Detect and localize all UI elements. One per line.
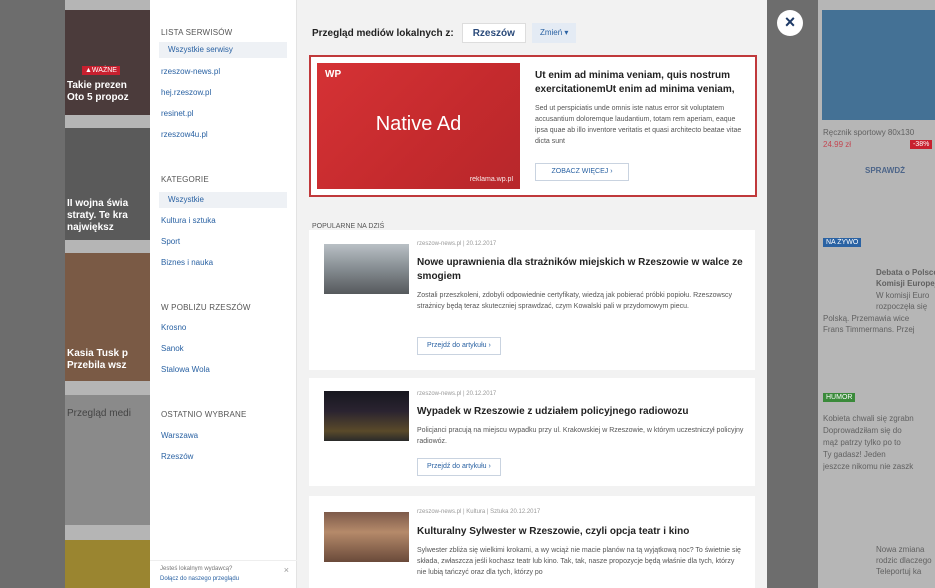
background-text: Ręcznik sportowy 80x130	[823, 128, 915, 137]
article-description: Sylwester zbliża się wielkimi krokami, a…	[417, 547, 741, 576]
background-text: W komisji Euro	[876, 291, 930, 300]
close-icon[interactable]: ×	[777, 10, 803, 36]
sidebar-item-recent[interactable]: Warszawa	[161, 428, 198, 444]
article-card: rzeszow-news.pl | 20.12.2017 Wypadek w R…	[309, 378, 755, 486]
sidebar-item-nearby[interactable]: Sanok	[161, 341, 184, 357]
sidebar-item-category[interactable]: Kultura i sztuka	[161, 213, 216, 229]
background-badge: NA ŻYWO	[823, 238, 862, 247]
article-meta: rzeszow-news.pl | 20.12.2017	[417, 241, 497, 247]
footer-close-icon[interactable]: ×	[284, 565, 289, 575]
background-caption: Przebila wsz	[67, 360, 127, 371]
sidebar-item-service[interactable]: resinet.pl	[161, 106, 193, 122]
background-text: rozpoczęła się	[876, 302, 928, 311]
article-title[interactable]: Nowe uprawnienia dla strażników miejskic…	[417, 256, 745, 284]
sidebar-item-service[interactable]: hej.rzeszow.pl	[161, 85, 211, 101]
background-text: jeszcze nikomu nie zaszk	[823, 462, 914, 471]
sidebar-item-category[interactable]: Sport	[161, 234, 180, 250]
background-caption: Przegląd medi	[67, 408, 131, 419]
background-caption: Kasia Tusk p	[67, 348, 128, 359]
background-text: Ty gadasz! Jeden	[823, 450, 886, 459]
ad-image[interactable]: WP Native Ad reklama.wp.pl	[317, 63, 520, 189]
recent-heading: OSTATNIO WYBRANE	[161, 410, 247, 419]
background-text: Doprowadziłam się do	[823, 426, 902, 435]
article-meta: rzeszow-news.pl | 20.12.2017	[417, 391, 497, 397]
ad-url: reklama.wp.pl	[469, 176, 513, 183]
sidebar-item-recent[interactable]: Rzeszów	[161, 449, 193, 465]
background-text: Kobieta chwali się zgrabn	[823, 414, 914, 423]
article-card: rzeszow-news.pl | Kultura | Sztuka 20.12…	[309, 496, 755, 588]
background-text: SPRAWDŹ	[865, 166, 905, 175]
background-text: Komisji Europejs	[876, 279, 935, 288]
article-description: Policjanci pracują na miejscu wypadku pr…	[417, 427, 744, 445]
services-heading: LISTA SERWISÓW	[161, 28, 233, 37]
background-text: Frans Timmermans. Przej	[823, 325, 915, 334]
background-caption: II wojna świa	[67, 198, 129, 209]
article-description: Zostali przeszkoleni, zdobyli odpowiedni…	[417, 292, 733, 310]
sidebar-item-all-categories[interactable]: Wszystkie	[159, 192, 287, 208]
background-badge: -38%	[910, 140, 933, 149]
publisher-footer: Jesteś lokalnym wydawcą? Dołącz do nasze…	[150, 560, 297, 588]
wp-logo-icon: WP	[325, 69, 342, 80]
background-text: rodzic dlaczego	[876, 556, 932, 565]
sidebar-item-nearby[interactable]: Krosno	[161, 320, 186, 336]
change-city-button[interactable]: Zmień ▾	[531, 23, 577, 43]
article-title[interactable]: Kulturalny Sylwester w Rzeszowie, czyli …	[417, 525, 745, 539]
article-meta: rzeszow-news.pl | Kultura | Sztuka 20.12…	[417, 509, 541, 515]
article-thumbnail[interactable]	[324, 512, 409, 562]
background-caption: największ	[67, 222, 114, 233]
sidebar-item-all-services[interactable]: Wszystkie serwisy	[159, 42, 287, 58]
native-ad[interactable]: WP Native Ad reklama.wp.pl Ut enim ad mi…	[309, 55, 757, 197]
article-card: rzeszow-news.pl | 20.12.2017 Nowe uprawn…	[309, 230, 755, 370]
background-caption: Oto 5 propoz	[67, 92, 129, 103]
sidebar: LISTA SERWISÓW Wszystkie serwisy rzeszow…	[150, 0, 297, 588]
ad-body: Sed ut perspiciatis unde omnis iste natu…	[535, 105, 742, 145]
sidebar-item-service[interactable]: rzeszow4u.pl	[161, 127, 208, 143]
ad-title[interactable]: Ut enim ad minima veniam, quis nostrum e…	[535, 69, 750, 97]
go-to-article-button[interactable]: Przejdź do artykułu ›	[417, 458, 501, 476]
categories-heading: KATEGORIE	[161, 175, 209, 184]
city-selector-label: Przegląd mediów lokalnych z:	[312, 27, 454, 39]
nearby-heading: W POBLIŻU RZESZÓW	[161, 303, 251, 312]
sidebar-item-service[interactable]: rzeszow-news.pl	[161, 64, 220, 80]
sidebar-item-category[interactable]: Biznes i nauka	[161, 255, 213, 271]
article-thumbnail[interactable]	[324, 244, 409, 294]
background-text: Debata o Polsce	[876, 268, 935, 277]
main-content: Przegląd mediów lokalnych z: Rzeszów Zmi…	[297, 0, 767, 588]
ad-image-label: Native Ad	[375, 113, 462, 135]
sidebar-item-nearby[interactable]: Stalowa Wola	[161, 362, 210, 378]
background-text: Nowa zmiana	[876, 545, 925, 554]
local-media-panel: LISTA SERWISÓW Wszystkie serwisy rzeszow…	[150, 0, 767, 588]
publisher-join-link[interactable]: Dołącz do naszego przeglądu	[160, 576, 239, 582]
selected-city: Rzeszów	[461, 23, 526, 43]
go-to-article-button[interactable]: Przejdź do artykułu ›	[417, 337, 501, 355]
popular-heading: POPULARNE NA DZIŚ	[312, 223, 385, 230]
article-thumbnail[interactable]	[324, 391, 409, 441]
background-caption: straty. Te kra	[67, 210, 128, 221]
background-badge: HUMOR	[823, 393, 856, 402]
background-text: Polską. Przemawia wice	[823, 314, 910, 323]
ad-see-more-button[interactable]: ZOBACZ WIĘCEJ ›	[535, 163, 629, 181]
background-text: Teleportuj ka	[876, 567, 922, 576]
article-title[interactable]: Wypadek w Rzeszowie z udziałem policyjne…	[417, 405, 745, 419]
publisher-question: Jesteś lokalnym wydawcą?	[160, 566, 233, 572]
background-product-image	[822, 10, 935, 120]
background-caption: Takie prezen	[67, 80, 127, 91]
background-text: mąż patrzy tylko po to	[823, 438, 901, 447]
background-thumbnail	[65, 540, 150, 588]
background-tag: ▲WAŻNE	[82, 66, 120, 75]
city-selector-bar: Przegląd mediów lokalnych z: Rzeszów Zmi…	[312, 23, 577, 43]
